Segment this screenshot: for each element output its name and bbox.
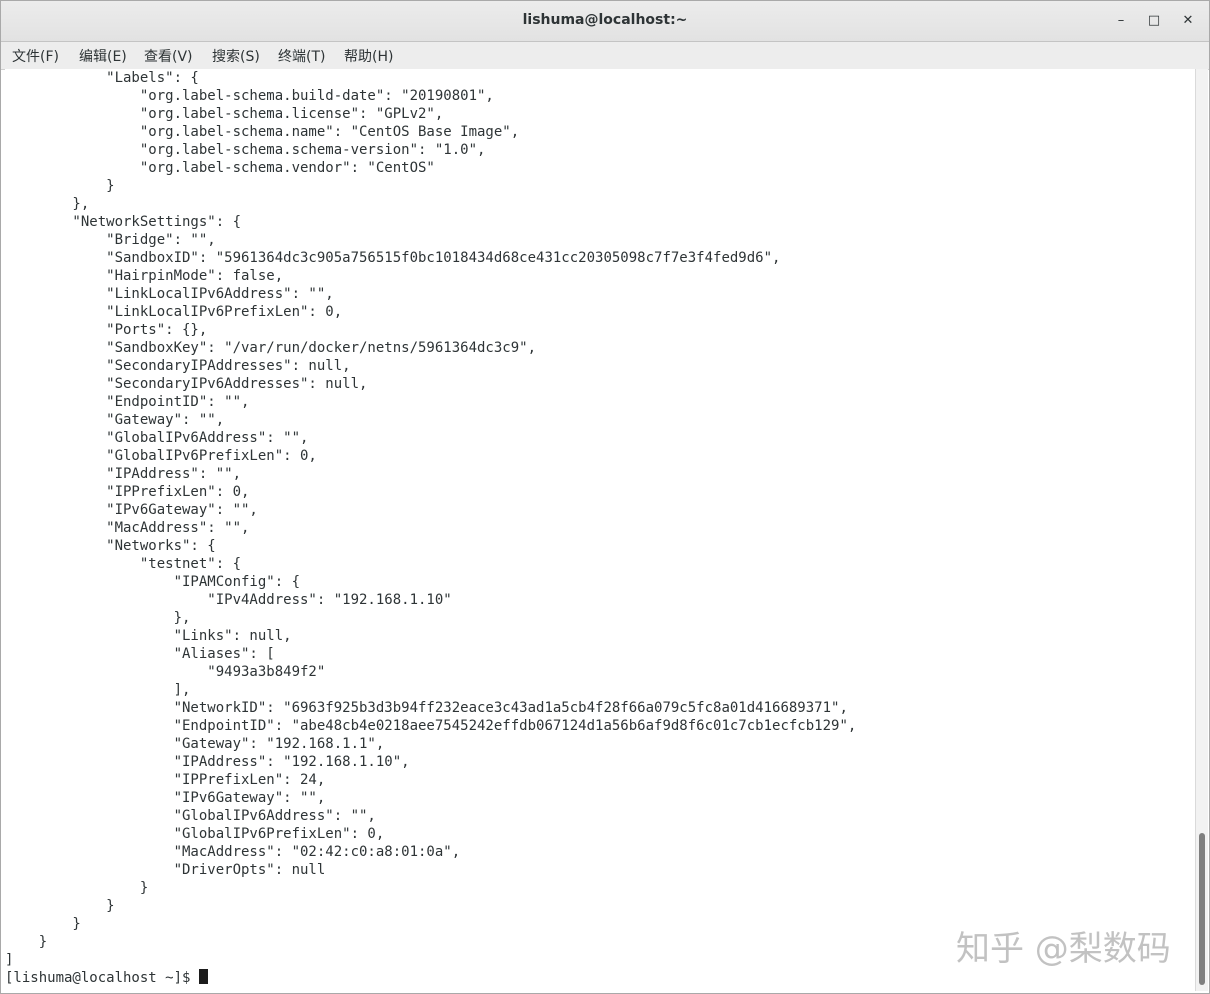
minimize-button[interactable]: –	[1111, 11, 1131, 31]
window-title: lishuma@localhost:~	[522, 12, 688, 28]
text-cursor	[198, 969, 208, 984]
terminal-line: "LinkLocalIPv6Address": "",	[5, 286, 334, 302]
terminal-line: "IPv6Gateway": "",	[5, 502, 258, 518]
close-button[interactable]: ✕	[1178, 11, 1198, 31]
terminal-line: "EndpointID": "",	[5, 394, 250, 410]
terminal-line: "Links": null,	[5, 628, 292, 644]
terminal-line: "SandboxID": "5961364dc3c905a756515f0bc1…	[5, 250, 781, 266]
terminal-line: ],	[5, 682, 191, 698]
terminal-line: }	[5, 934, 48, 950]
menu-terminal[interactable]: 终端(T)	[278, 46, 325, 66]
terminal-line: ]	[5, 952, 14, 968]
terminal-line: "IPv6Gateway": "",	[5, 790, 326, 806]
terminal-line: "GlobalIPv6Address": "",	[5, 430, 309, 446]
terminal-line: "org.label-schema.vendor": "CentOS"	[5, 160, 435, 176]
terminal-line: "Aliases": [	[5, 646, 275, 662]
terminal-line: "IPv4Address": "192.168.1.10"	[5, 592, 452, 608]
terminal-line: "Ports": {},	[5, 322, 208, 338]
terminal-line: }	[5, 898, 115, 914]
terminal-line: "IPPrefixLen": 0,	[5, 484, 250, 500]
menu-help[interactable]: 帮助(H)	[344, 46, 393, 66]
terminal-line: "SecondaryIPv6Addresses": null,	[5, 376, 368, 392]
terminal-line: "GlobalIPv6PrefixLen": 0,	[5, 826, 385, 842]
terminal-line: "NetworkSettings": {	[5, 214, 242, 230]
terminal-line: "Bridge": "",	[5, 232, 216, 248]
terminal-line: "LinkLocalIPv6PrefixLen": 0,	[5, 304, 343, 320]
prompt-line[interactable]: [lishuma@localhost ~]$	[5, 969, 208, 987]
terminal-line: "Gateway": "192.168.1.1",	[5, 736, 385, 752]
terminal-line: "org.label-schema.build-date": "20190801…	[5, 88, 494, 104]
terminal-line: "GlobalIPv6PrefixLen": 0,	[5, 448, 317, 464]
terminal-line: "NetworkID": "6963f925b3d3b94ff232eace3c…	[5, 700, 848, 716]
terminal-line: "IPAddress": "192.168.1.10",	[5, 754, 410, 770]
terminal-line: "Networks": {	[5, 538, 216, 554]
terminal-line: "Gateway": "",	[5, 412, 225, 428]
menu-bar: 文件(F) 编辑(E) 查看(V) 搜索(S) 终端(T) 帮助(H)	[1, 42, 1209, 70]
menu-file[interactable]: 文件(F)	[12, 46, 59, 66]
terminal-line: "SandboxKey": "/var/run/docker/netns/596…	[5, 340, 537, 356]
title-bar[interactable]: lishuma@localhost:~ – □ ✕	[1, 1, 1209, 42]
menu-view[interactable]: 查看(V)	[144, 46, 193, 66]
terminal-line: }	[5, 178, 115, 194]
vertical-scrollbar[interactable]	[1195, 69, 1208, 991]
menu-search[interactable]: 搜索(S)	[212, 46, 260, 66]
terminal-line: "MacAddress": "02:42:c0:a8:01:0a",	[5, 844, 461, 860]
terminal-line: "9493a3b849f2"	[5, 664, 326, 680]
terminal-line: }	[5, 916, 81, 932]
terminal-line: "SecondaryIPAddresses": null,	[5, 358, 351, 374]
terminal-line: }	[5, 880, 149, 896]
terminal-line: "Labels": {	[5, 70, 199, 86]
terminal-line: "org.label-schema.schema-version": "1.0"…	[5, 142, 486, 158]
terminal-line: "org.label-schema.name": "CentOS Base Im…	[5, 124, 520, 140]
maximize-button[interactable]: □	[1144, 11, 1164, 31]
scrollbar-thumb[interactable]	[1199, 833, 1205, 985]
terminal-line: "testnet": {	[5, 556, 242, 572]
terminal-line: "GlobalIPv6Address": "",	[5, 808, 376, 824]
terminal-line: },	[5, 610, 191, 626]
terminal-line: "EndpointID": "abe48cb4e0218aee7545242ef…	[5, 718, 857, 734]
terminal-line: },	[5, 196, 90, 212]
terminal-output[interactable]: "Labels": { "org.label-schema.build-date…	[5, 69, 1195, 991]
terminal-line: "IPAddress": "",	[5, 466, 242, 482]
terminal-line: "MacAddress": "",	[5, 520, 250, 536]
menu-edit[interactable]: 编辑(E)	[79, 46, 127, 66]
terminal-line: "HairpinMode": false,	[5, 268, 284, 284]
terminal-line: "IPAMConfig": {	[5, 574, 301, 590]
terminal-line: "org.label-schema.license": "GPLv2",	[5, 106, 444, 122]
shell-prompt: [lishuma@localhost ~]$	[5, 970, 199, 986]
terminal-line: "IPPrefixLen": 24,	[5, 772, 326, 788]
terminal-line: "DriverOpts": null	[5, 862, 326, 878]
terminal-window: lishuma@localhost:~ – □ ✕ 文件(F) 编辑(E) 查看…	[0, 0, 1210, 994]
watermark: 知乎 @梨数码	[956, 929, 1171, 969]
